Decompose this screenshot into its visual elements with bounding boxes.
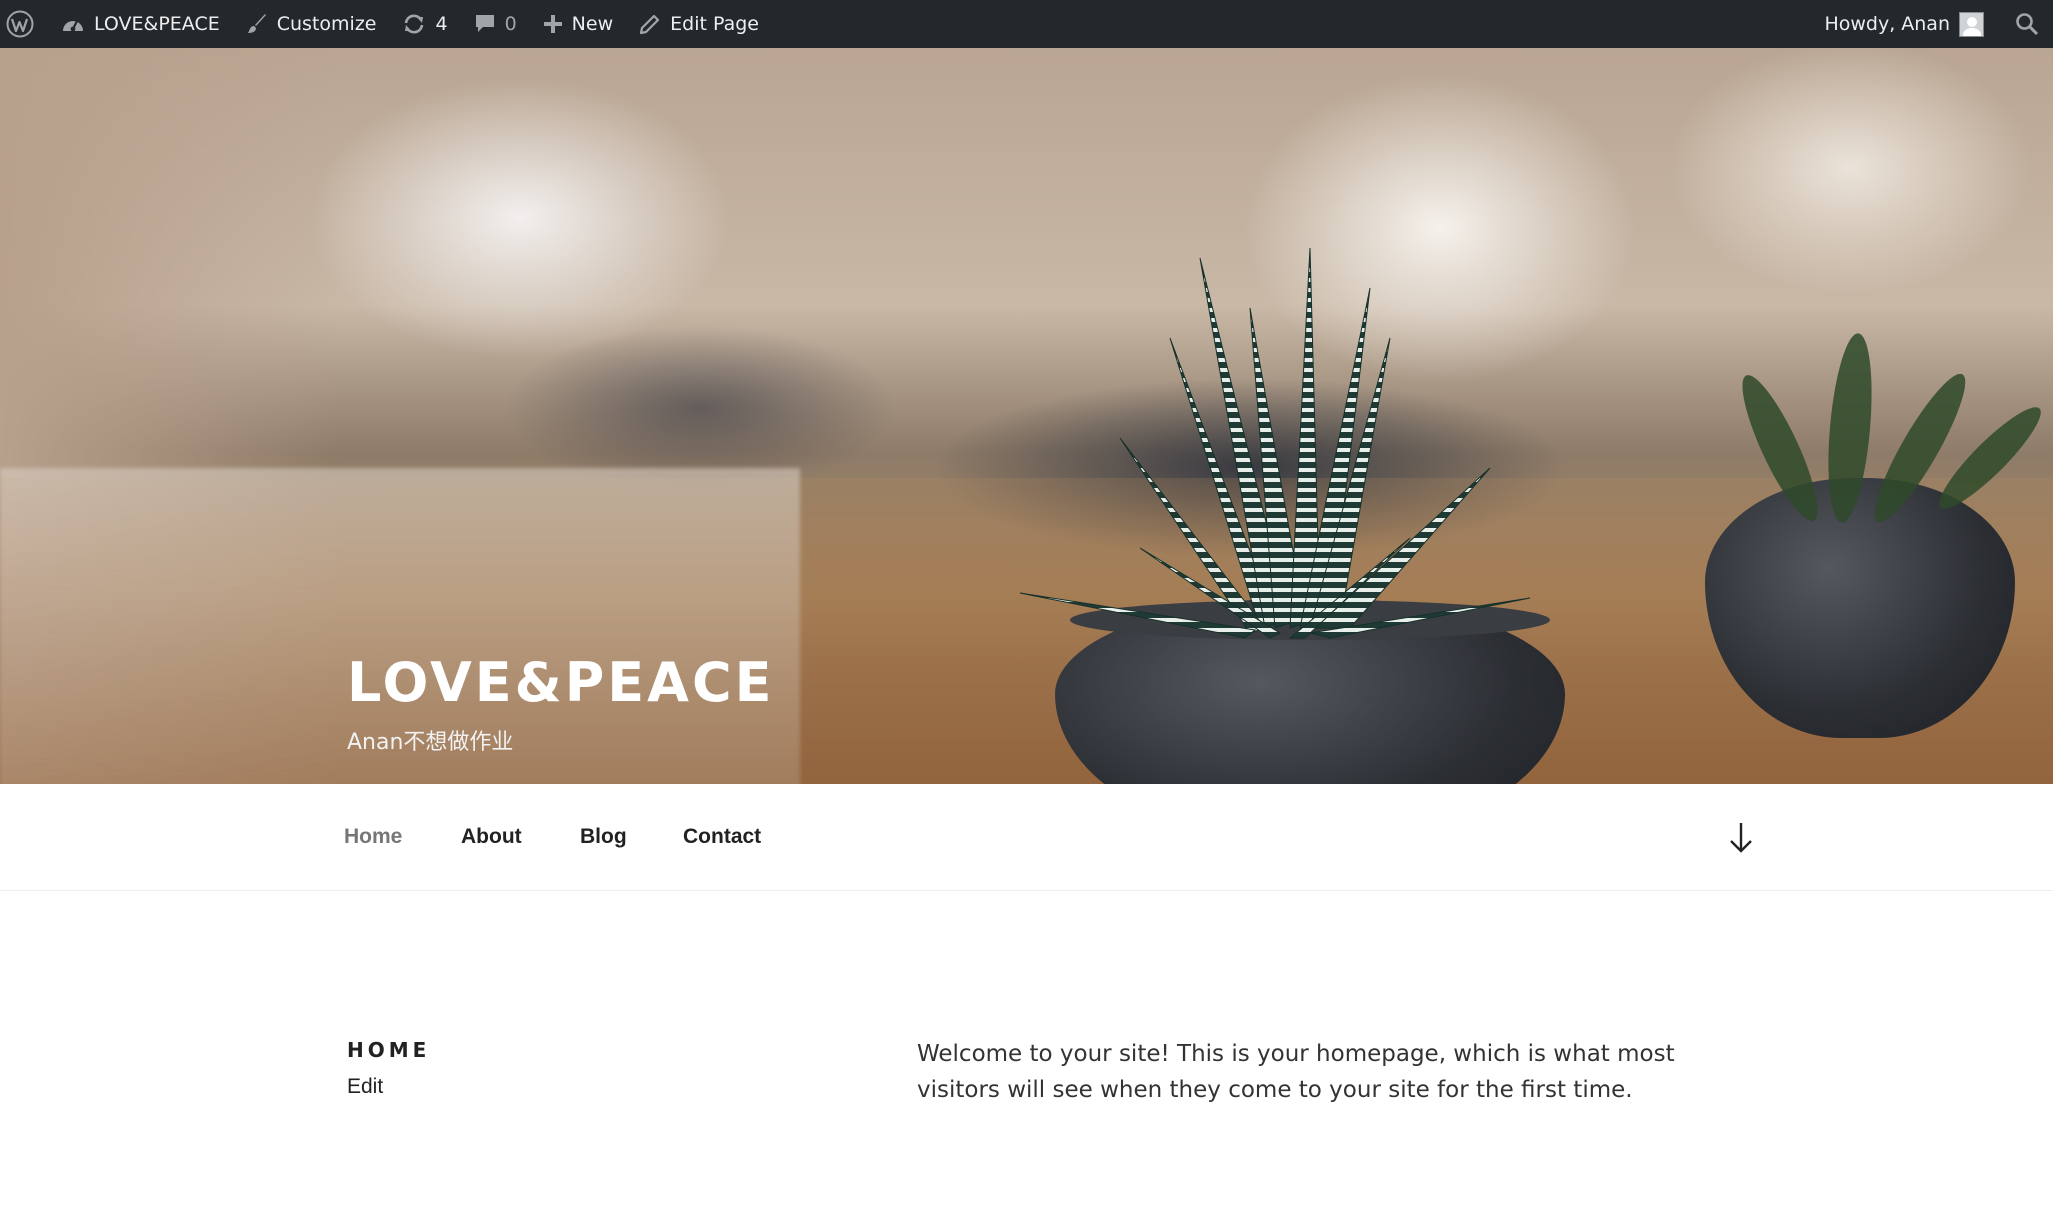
dashboard-icon [61,13,85,35]
updates-icon [402,13,426,35]
plus-icon [543,14,563,34]
arrow-down-icon [1730,823,1752,853]
page-title: HOME [347,1038,431,1062]
succulent-plant [1019,247,1531,639]
edit-page-label: Edit Page [670,13,759,35]
site-description: Anan不想做作业 [347,730,514,755]
top-navigation: Home About Blog Contact [0,784,2053,891]
site-title[interactable]: LOVE&PEACE [347,656,775,710]
admin-search-button[interactable] [1997,0,2053,48]
edit-page-link[interactable]: Edit Page [626,0,772,48]
nav-item-home[interactable]: Home [344,825,402,849]
site-name-menu[interactable]: LOVE&PEACE [48,0,233,48]
my-account-menu[interactable]: Howdy, Anan [1811,0,1997,48]
comments-count: 0 [504,13,517,35]
wordpress-logo-icon[interactable] [0,0,48,48]
updates-count: 4 [435,13,448,35]
updates-link[interactable]: 4 [389,0,460,48]
admin-bar-secondary: Howdy, Anan [1811,0,2053,48]
paintbrush-icon [246,13,268,35]
side-plant-leaves [1742,333,2041,523]
customize-label: Customize [276,13,377,35]
site-branding: LOVE&PEACE Anan不想做作业 [347,656,775,756]
avatar [1959,11,1984,37]
header-image: LOVE&PEACE Anan不想做作业 [0,48,2053,784]
search-icon [2016,13,2039,36]
nav-item-blog[interactable]: Blog [580,825,627,849]
new-label: New [571,13,614,35]
pencil-icon [639,13,661,35]
scroll-down-button[interactable] [1728,821,1754,855]
entry-content: Welcome to your site! This is your homep… [917,1041,1675,1103]
nav-item-contact[interactable]: Contact [683,825,761,849]
wordpress-logo-svg [6,10,34,38]
admin-bar: LOVE&PEACE Customize 4 0 New Edit Page H… [0,0,2053,48]
nav-item-about[interactable]: About [461,825,522,849]
comments-link[interactable]: 0 [461,0,530,48]
howdy-label: Howdy, Anan [1824,13,1950,35]
customize-link[interactable]: Customize [233,0,390,48]
new-content-menu[interactable]: New [530,0,626,48]
edit-page-link-content[interactable]: Edit [347,1075,383,1099]
site-name-label: LOVE&PEACE [94,13,220,35]
comment-bubble-icon [474,13,496,35]
